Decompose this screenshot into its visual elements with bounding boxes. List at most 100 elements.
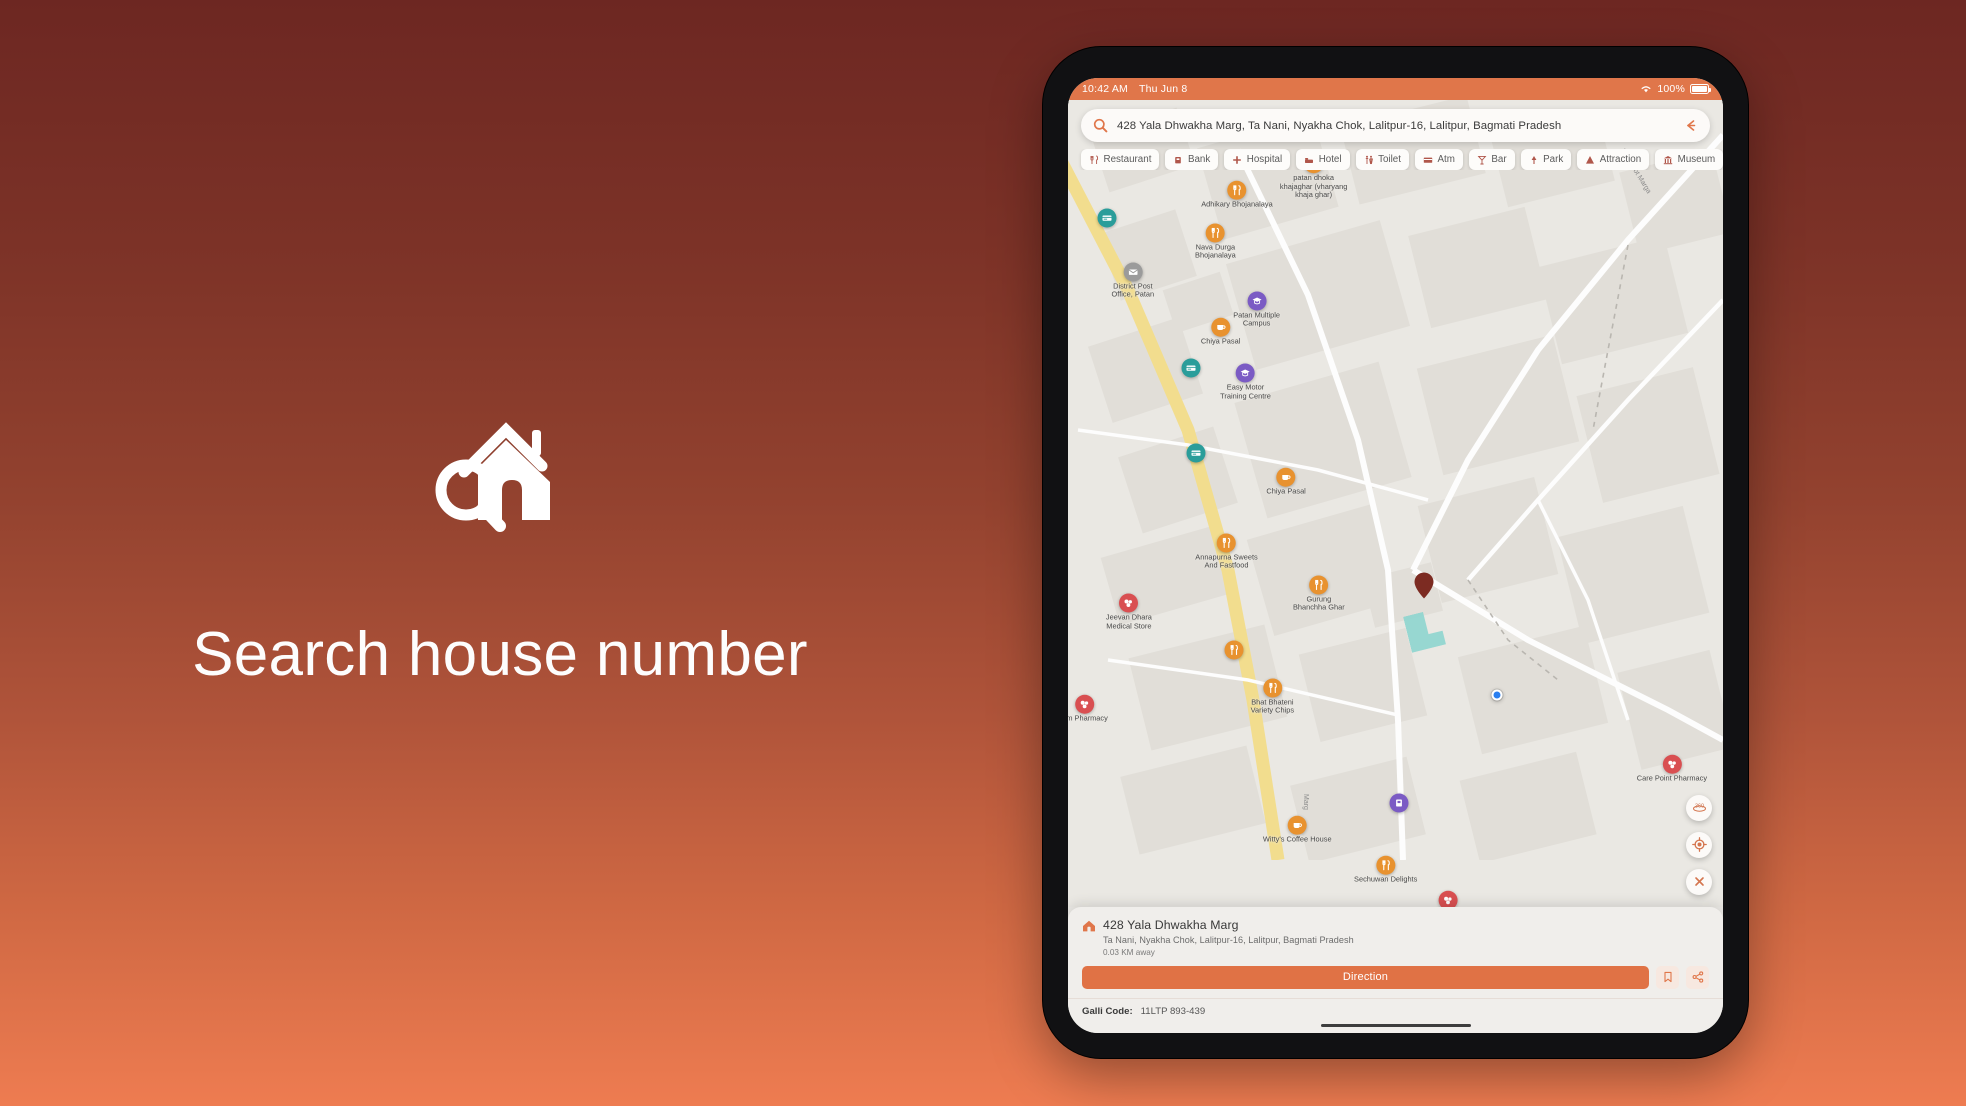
locate-me-button[interactable] [1686, 831, 1712, 858]
edu-poi-icon [1235, 363, 1255, 383]
map-poi-marker[interactable]: Nava Durga Bhojanalaya [1195, 223, 1236, 260]
map-poi-marker[interactable]: Care Point Pharmacy [1637, 755, 1707, 784]
poi-label: Care Point Pharmacy [1636, 774, 1708, 784]
category-chip-atm[interactable]: Atm [1414, 149, 1463, 170]
map-poi-marker[interactable]: Bhat Bhateni Variety Chips [1251, 678, 1294, 715]
map-view[interactable]: Thakupot Marga Marg Adhikary Bhojanalaya… [1068, 100, 1723, 907]
place-distance: 0.03 KM away [1103, 947, 1155, 957]
wifi-icon [1641, 86, 1651, 93]
poi-label: Sechuwan Delights [1354, 875, 1418, 885]
share-button[interactable] [1686, 965, 1709, 989]
galli-code-value: 11LTP 893-439 [1140, 1005, 1206, 1017]
crosshair-icon [1691, 837, 1707, 852]
map-poi-marker[interactable] [1097, 208, 1117, 228]
chip-label: Hospital [1246, 154, 1283, 165]
chip-label: Bank [1187, 154, 1211, 165]
map-poi-marker[interactable] [1389, 793, 1409, 813]
house-search-icon [435, 422, 550, 532]
category-chip-row[interactable]: Restaurant Bank Hospital Hotel Toilet Atm Bar P… [1068, 149, 1723, 170]
category-chip-park[interactable]: Park [1520, 149, 1572, 170]
place-detail-sheet: 428 Yala Dhwakha Marg Ta Nani, Nyakha Ch… [1068, 906, 1723, 1033]
chip-label: Hotel [1318, 154, 1342, 165]
poi-label: Annapurna Sweets And Fastfood [1195, 552, 1258, 570]
chip-label: Museum [1677, 154, 1716, 165]
restaurant-icon [1090, 155, 1099, 164]
map-poi-marker[interactable]: Sechuwan Delights [1354, 856, 1417, 885]
device-screen: 10:42 AM Thu Jun 8 100% Thakupot Marga M… [1068, 78, 1723, 1033]
category-chip-hotel[interactable]: Hotel [1296, 149, 1350, 170]
hospital-icon [1233, 155, 1242, 164]
bookmark-button[interactable] [1656, 965, 1679, 989]
map-poi-marker[interactable]: Chiya Pasal [1201, 318, 1240, 347]
battery-icon [1690, 84, 1711, 94]
poi-label: Witty's Coffee House [1262, 834, 1332, 844]
map-poi-marker[interactable]: Nirmala Pharmacy [1417, 890, 1478, 907]
search-overlay: 428 Yala Dhwakha Marg, Ta Nani, Nyakha C… [1068, 109, 1723, 142]
direction-button[interactable]: Direction [1082, 965, 1649, 989]
search-input[interactable]: 428 Yala Dhwakha Marg, Ta Nani, Nyakha C… [1117, 120, 1674, 132]
map-canvas [1068, 100, 1723, 860]
back-arrow-icon[interactable] [1683, 118, 1698, 133]
category-chip-bar[interactable]: Bar [1468, 149, 1515, 170]
food-poi-icon [1205, 223, 1225, 243]
category-chip-attraction[interactable]: Attraction [1577, 149, 1650, 170]
cafe-poi-icon [1276, 468, 1296, 488]
poi-label: Easy Motor Training Centre [1220, 382, 1271, 401]
close-button[interactable] [1686, 868, 1712, 895]
bank-poi-icon [1181, 358, 1201, 378]
map-poi-marker[interactable]: Annapurna Sweets And Fastfood [1195, 533, 1258, 570]
bank-icon [1175, 156, 1182, 163]
chip-label: Bar [1491, 154, 1507, 165]
map-poi-marker[interactable] [1186, 443, 1206, 463]
poi-label: Gurung Bhanchha Ghar [1292, 594, 1345, 612]
category-chip-bank[interactable]: Bank [1165, 149, 1219, 170]
bookmark-icon [1663, 971, 1672, 983]
poi-label: Chiya Pasal [1266, 487, 1306, 497]
house-icon [1083, 920, 1095, 932]
map-poi-marker[interactable]: Chiya Pasal [1266, 468, 1306, 497]
map-poi-marker[interactable]: District Post Office, Patan [1111, 262, 1155, 299]
poi-label: District Post Office, Patan [1111, 281, 1155, 299]
map-poi-marker[interactable]: Witty's Coffee House [1262, 815, 1332, 845]
food-poi-icon [1309, 575, 1329, 595]
home-indicator[interactable] [1320, 1023, 1471, 1027]
post-poi-icon [1123, 262, 1143, 282]
tablet-device-frame: 10:42 AM Thu Jun 8 100% Thakupot Marga M… [1043, 47, 1748, 1058]
selected-place-marker[interactable] [1414, 572, 1434, 603]
category-chip-toilet[interactable]: Toilet [1355, 149, 1409, 170]
food-poi-icon [1224, 640, 1244, 660]
share-icon [1692, 971, 1703, 983]
toilet-icon [1365, 155, 1373, 164]
galli-code-label: Galli Code: [1082, 1005, 1133, 1017]
poi-label: Nava Durga Bhojanalaya [1195, 242, 1236, 260]
map-poi-marker[interactable]: Easy Motor Training Centre [1220, 363, 1271, 401]
map-poi-marker[interactable] [1224, 640, 1244, 660]
cafe-poi-icon [1211, 318, 1231, 338]
category-chip-hospital[interactable]: Hospital [1224, 149, 1291, 170]
category-chip-museum[interactable]: Museum [1655, 149, 1723, 170]
cafe-poi-icon [1287, 815, 1307, 835]
pharm-poi-icon [1119, 593, 1139, 613]
category-chip-restaurant[interactable]: Restaurant [1081, 149, 1160, 170]
museum-icon [1663, 155, 1673, 164]
bar-icon [1477, 155, 1487, 164]
map-poi-marker[interactable]: Jeevan Dhara Medical Store [1106, 593, 1152, 631]
map-poi-marker[interactable]: um Pharmacy [1068, 694, 1108, 724]
poi-label: um Pharmacy [1068, 713, 1108, 723]
360-icon: 360 [1692, 804, 1706, 812]
food-poi-icon [1376, 856, 1396, 876]
map-poi-marker[interactable]: Adhikary Bhojanalaya [1201, 180, 1273, 210]
map-poi-marker[interactable] [1181, 358, 1201, 378]
360-view-button[interactable]: 360 [1686, 794, 1712, 821]
attraction-icon [1586, 155, 1595, 164]
promo-panel: Search house number [0, 0, 1000, 1106]
food-poi-icon [1216, 533, 1236, 553]
search-bar[interactable]: 428 Yala Dhwakha Marg, Ta Nani, Nyakha C… [1081, 109, 1710, 142]
food-poi-icon [1262, 678, 1282, 698]
map-poi-marker[interactable]: Gurung Bhanchha Ghar [1293, 575, 1345, 612]
bldg-poi-icon [1389, 793, 1409, 813]
action-row: Direction [1082, 965, 1709, 989]
edu-poi-icon [1247, 291, 1267, 311]
galli-code-row: Galli Code: 11LTP 893-439 [1068, 997, 1723, 1017]
atm-icon [1423, 157, 1433, 163]
